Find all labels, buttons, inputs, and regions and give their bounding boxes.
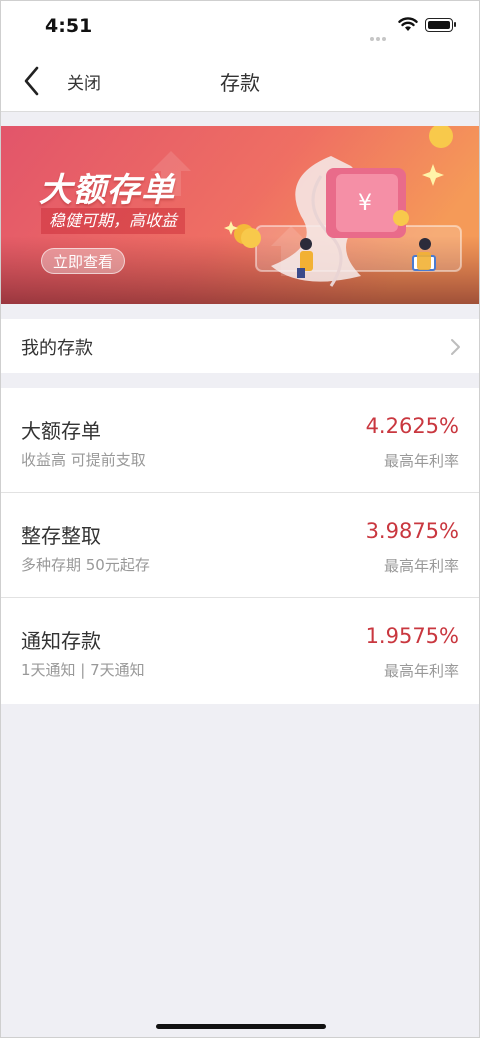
- svg-text:¥: ¥: [358, 191, 372, 216]
- battery-icon: [425, 18, 456, 32]
- product-item-fixed-deposit[interactable]: 整存整取 多种存期 50元起存 3.9875% 最高年利率: [1, 493, 479, 598]
- wifi-icon: [398, 17, 418, 31]
- my-deposit-label: 我的存款: [21, 338, 93, 359]
- product-name: 整存整取: [21, 524, 101, 548]
- deposit-product-list: 大额存单 收益高 可提前支取 4.2625% 最高年利率 整存整取 多种存期 5…: [1, 388, 479, 704]
- product-rate: 1.9575%: [365, 624, 459, 648]
- status-bar: 4:51: [1, 1, 479, 60]
- app-screen: 4:51 关闭 存款 ¥ 大额存单 稳健可期，高收益 立即查看 我的存款 大额存…: [0, 0, 480, 1038]
- view-now-button[interactable]: 立即查看: [41, 248, 125, 274]
- status-time: 4:51: [45, 15, 93, 37]
- product-name: 通知存款: [21, 629, 101, 653]
- product-desc: 收益高 可提前支取: [21, 451, 146, 469]
- rate-label: 最高年利率: [383, 662, 459, 680]
- home-indicator[interactable]: [156, 1024, 326, 1029]
- rate-label: 最高年利率: [383, 557, 459, 575]
- product-item-large-cd[interactable]: 大额存单 收益高 可提前支取 4.2625% 最高年利率: [1, 388, 479, 493]
- page-title: 存款: [220, 71, 260, 95]
- banner-title: 大额存单: [39, 170, 175, 209]
- rate-label: 最高年利率: [383, 452, 459, 470]
- product-desc: 1天通知 | 7天通知: [21, 661, 145, 679]
- nav-bar: 关闭 存款: [1, 51, 479, 112]
- product-rate: 3.9875%: [365, 519, 459, 543]
- promo-banner[interactable]: ¥ 大额存单 稳健可期，高收益 立即查看: [1, 126, 479, 304]
- product-desc: 多种存期 50元起存: [21, 556, 150, 574]
- my-deposit-row[interactable]: 我的存款: [1, 319, 479, 373]
- banner-subtitle: 稳健可期，高收益: [41, 208, 186, 234]
- product-rate: 4.2625%: [365, 414, 459, 438]
- product-name: 大额存单: [21, 419, 101, 443]
- product-item-notice-deposit[interactable]: 通知存款 1天通知 | 7天通知 1.9575% 最高年利率: [1, 598, 479, 704]
- chevron-right-icon: [451, 339, 460, 355]
- signal-icon: [370, 26, 392, 60]
